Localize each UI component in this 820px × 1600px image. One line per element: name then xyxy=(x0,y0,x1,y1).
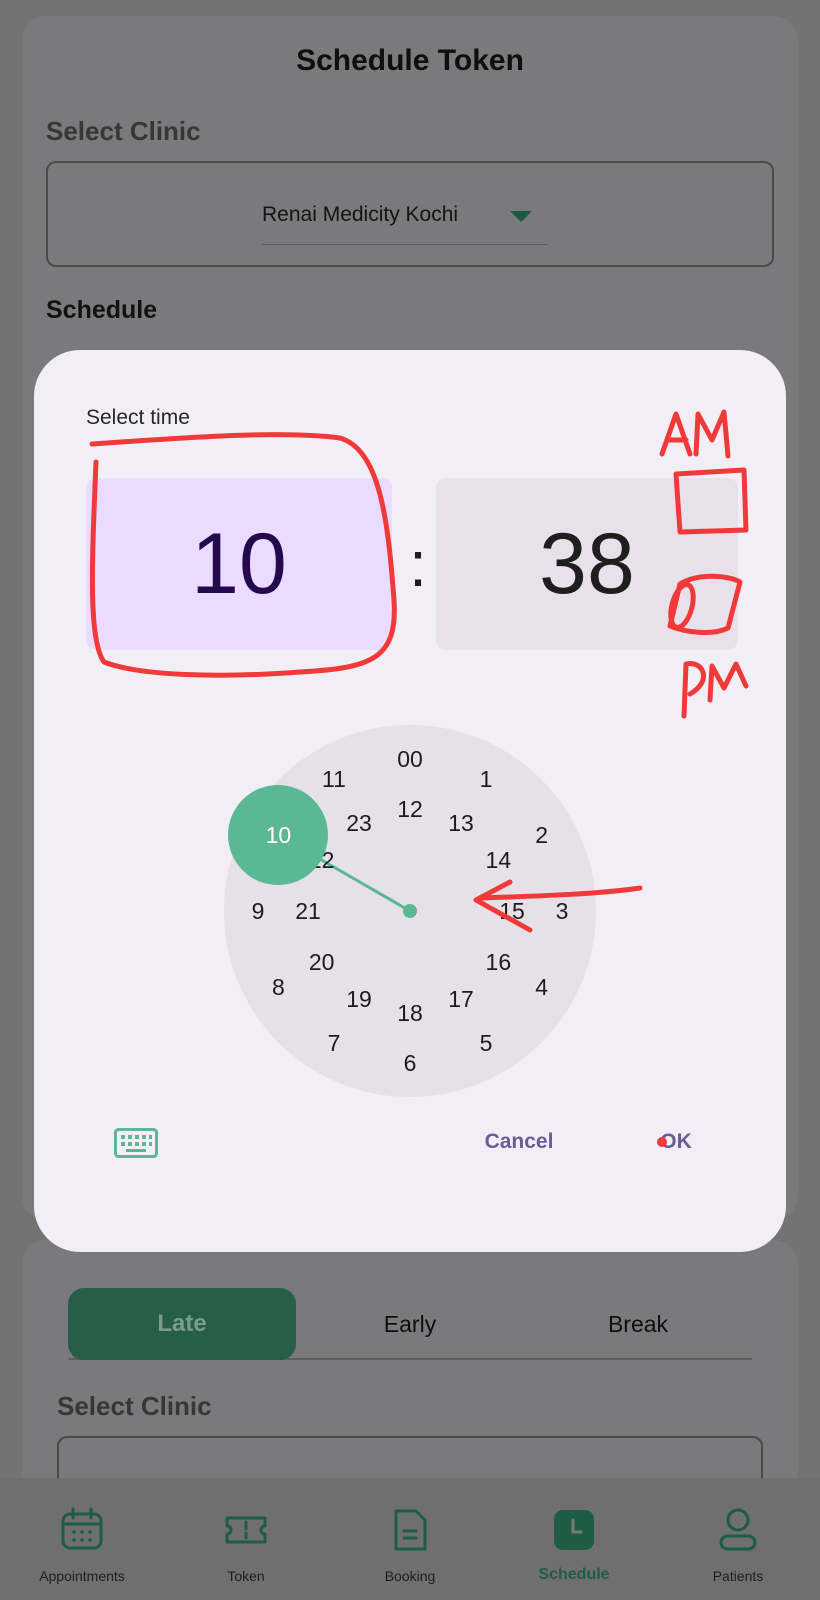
hour-field[interactable]: 10 xyxy=(86,478,392,650)
dial-number-18[interactable]: 18 xyxy=(388,998,432,1028)
nav-label: Schedule xyxy=(538,1566,610,1583)
dial-number-21[interactable]: 21 xyxy=(286,896,330,926)
dial-number-20[interactable]: 20 xyxy=(300,947,344,977)
clock-dial[interactable]: 00 12 1 13 2 14 3 15 4 16 5 17 6 18 7 19 8 20 9 21 22 11 23 xyxy=(224,725,596,1097)
schedule-tabs: Late Early Break xyxy=(68,1288,752,1360)
tab-late[interactable]: Late xyxy=(68,1288,296,1360)
nav-appointments[interactable]: Appointments xyxy=(0,1478,164,1600)
dial-number-14[interactable]: 14 xyxy=(476,845,520,875)
clock-icon xyxy=(554,1510,594,1550)
dial-number-7[interactable]: 7 xyxy=(312,1028,356,1058)
time-picker-dialog: Select time 10 : 38 00 12 1 13 2 14 3 15 4 16 5 17 6… xyxy=(34,350,786,1252)
caret-down-icon xyxy=(510,211,532,222)
select-clinic-label-2: Select Clinic xyxy=(57,1391,212,1421)
nav-token[interactable]: Token xyxy=(164,1478,328,1600)
nav-label: Token xyxy=(227,1568,265,1584)
nav-patients[interactable]: Patients xyxy=(656,1478,820,1600)
dial-number-6[interactable]: 6 xyxy=(388,1048,432,1078)
ok-button[interactable]: OK xyxy=(646,1120,706,1164)
dial-number-19[interactable]: 19 xyxy=(337,984,381,1014)
dial-number-3[interactable]: 3 xyxy=(540,896,584,926)
dial-number-9[interactable]: 9 xyxy=(236,896,280,926)
dial-number-23[interactable]: 23 xyxy=(337,808,381,838)
bottom-navigation: Appointments Token Booking Schedule Pati… xyxy=(0,1478,820,1600)
dial-number-13[interactable]: 13 xyxy=(439,808,483,838)
ticket-icon xyxy=(225,1516,267,1544)
dial-number-2[interactable]: 2 xyxy=(520,820,564,850)
person-icon xyxy=(719,1508,757,1551)
nav-booking[interactable]: Booking xyxy=(328,1478,492,1600)
dial-number-15[interactable]: 15 xyxy=(490,896,534,926)
clinic-dropdown[interactable]: Renai Medicity Kochi xyxy=(262,199,548,245)
dialog-title: Select time xyxy=(86,406,190,429)
dial-number-17[interactable]: 17 xyxy=(439,984,483,1014)
page-title: Schedule Token xyxy=(296,44,524,77)
dial-number-1[interactable]: 1 xyxy=(464,764,508,794)
dial-center xyxy=(403,904,417,918)
dial-number-8[interactable]: 8 xyxy=(256,972,300,1002)
nav-schedule[interactable]: Schedule xyxy=(492,1478,656,1600)
cancel-button[interactable]: Cancel xyxy=(474,1120,564,1164)
clinic-dropdown-value: Renai Medicity Kochi xyxy=(262,203,459,226)
tab-early[interactable]: Early xyxy=(296,1288,524,1360)
keyboard-icon[interactable] xyxy=(114,1128,158,1158)
dial-number-00[interactable]: 00 xyxy=(388,744,432,774)
dial-number-16[interactable]: 16 xyxy=(476,947,520,977)
dial-number-12[interactable]: 12 xyxy=(388,794,432,824)
nav-label: Patients xyxy=(712,1568,764,1584)
tab-break[interactable]: Break xyxy=(524,1288,752,1360)
schedule-label: Schedule xyxy=(46,296,158,324)
document-icon xyxy=(394,1509,427,1551)
calendar-icon xyxy=(61,1507,103,1550)
minute-field[interactable]: 38 xyxy=(436,478,738,650)
nav-label: Booking xyxy=(384,1568,436,1584)
select-clinic-label: Select Clinic xyxy=(46,116,201,146)
selected-hour-bubble: 10 xyxy=(228,785,329,885)
dial-number-5[interactable]: 5 xyxy=(464,1028,508,1058)
dial-number-4[interactable]: 4 xyxy=(520,972,564,1002)
clinic-select-box[interactable]: Renai Medicity Kochi xyxy=(46,161,774,267)
dial-number-11[interactable]: 11 xyxy=(312,764,356,794)
nav-label: Appointments xyxy=(39,1568,125,1584)
